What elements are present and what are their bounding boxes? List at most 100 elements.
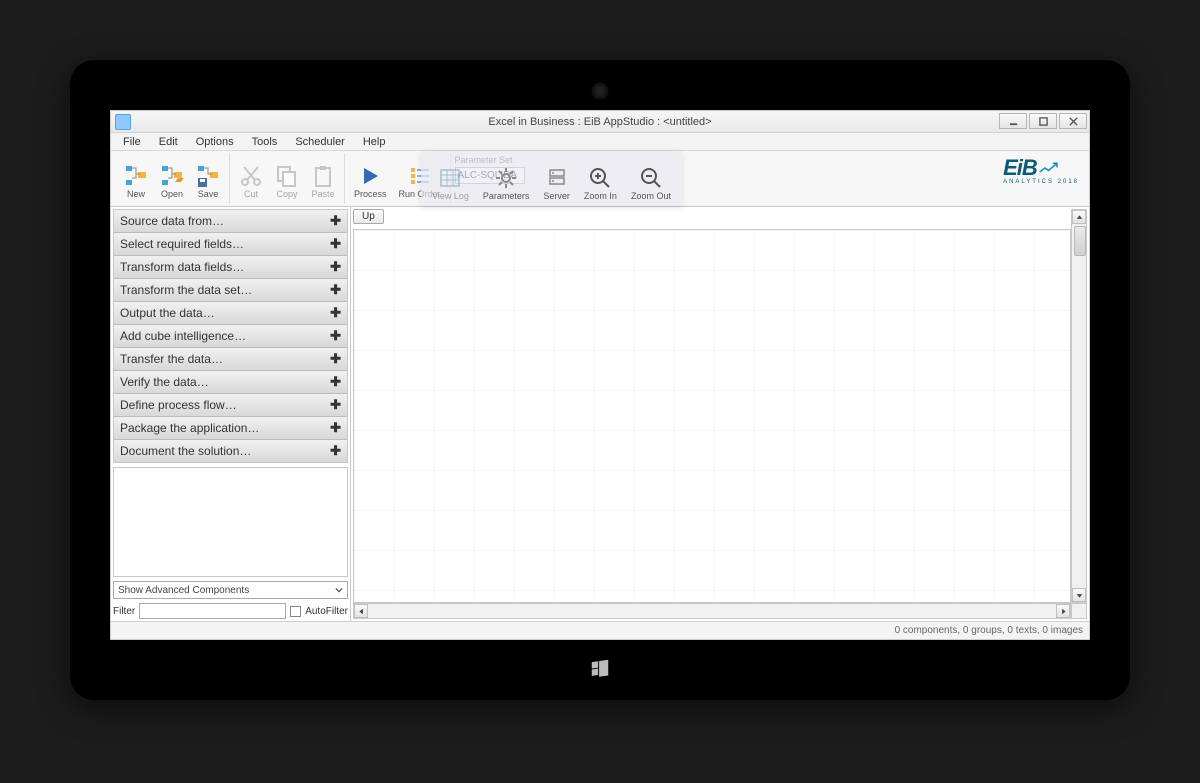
sidebar: Source data from…✚Select required fields… xyxy=(111,207,351,621)
category-list: Source data from…✚Select required fields… xyxy=(113,209,348,463)
category-item[interactable]: Output the data…✚ xyxy=(114,302,347,325)
category-label: Document the solution… xyxy=(120,444,251,458)
category-label: Transfer the data… xyxy=(120,352,223,366)
expand-icon: ✚ xyxy=(330,259,341,275)
menu-help[interactable]: Help xyxy=(355,135,394,149)
windows-home-button[interactable] xyxy=(585,654,615,684)
scroll-thumb[interactable] xyxy=(1074,226,1086,256)
maximize-button[interactable] xyxy=(1029,113,1057,129)
menu-scheduler[interactable]: Scheduler xyxy=(287,135,353,149)
brand-name: EiB xyxy=(1003,155,1037,181)
menu-tools[interactable]: Tools xyxy=(244,135,286,149)
status-text: 0 components, 0 groups, 0 texts, 0 image… xyxy=(895,625,1083,636)
expand-icon: ✚ xyxy=(330,351,341,367)
category-item[interactable]: Package the application… ✚ xyxy=(114,417,347,440)
flowchart-save-icon xyxy=(196,164,220,188)
zoom-out-icon xyxy=(639,166,663,190)
zoom-in-label: Zoom In xyxy=(584,191,617,201)
close-button[interactable] xyxy=(1059,113,1087,129)
category-item[interactable]: Transform data fields… ✚ xyxy=(114,256,347,279)
category-label: Define process flow… xyxy=(120,398,237,412)
process-button[interactable]: Process xyxy=(349,161,392,202)
expand-icon: ✚ xyxy=(330,397,341,413)
category-item[interactable]: Source data from…✚ xyxy=(114,210,347,233)
category-label: Package the application… xyxy=(120,421,259,435)
scroll-down-arrow[interactable] xyxy=(1072,588,1086,602)
brand-year: 2018 xyxy=(1058,179,1079,185)
category-label: Verify the data… xyxy=(120,375,209,389)
category-item[interactable]: Document the solution… ✚ xyxy=(114,440,347,462)
paste-label: Paste xyxy=(311,189,334,199)
grid-icon xyxy=(438,166,462,190)
category-label: Transform the data set… xyxy=(120,283,252,297)
zoom-in-icon xyxy=(588,166,612,190)
minimize-button[interactable] xyxy=(999,113,1027,129)
category-label: Source data from… xyxy=(120,214,224,228)
floating-toolbar: View Log Parameters Server Zoom In Zoom … xyxy=(421,151,682,206)
zoom-out-button[interactable]: Zoom Out xyxy=(626,163,676,204)
cut-label: Cut xyxy=(244,189,258,199)
menu-file[interactable]: File xyxy=(115,135,149,149)
brand-sub: ANALYTICS xyxy=(1003,179,1054,185)
expand-icon: ✚ xyxy=(330,328,341,344)
expand-icon: ✚ xyxy=(330,420,341,436)
category-item[interactable]: Verify the data… ✚ xyxy=(114,371,347,394)
scroll-right-arrow[interactable] xyxy=(1056,604,1070,618)
category-item[interactable]: Transfer the data… ✚ xyxy=(114,348,347,371)
category-item[interactable]: Select required fields…✚ xyxy=(114,233,347,256)
zoom-in-button[interactable]: Zoom In xyxy=(579,163,622,204)
save-button[interactable]: Save xyxy=(191,161,225,202)
save-label: Save xyxy=(198,189,219,199)
cut-button[interactable]: Cut xyxy=(234,161,268,202)
advanced-label: Show Advanced Components xyxy=(118,585,249,596)
design-canvas[interactable] xyxy=(353,229,1071,603)
category-item[interactable]: Transform the data set… ✚ xyxy=(114,279,347,302)
filter-label: Filter xyxy=(113,606,135,617)
trend-icon xyxy=(1039,161,1063,175)
process-label: Process xyxy=(354,189,387,199)
titlebar: Excel in Business : EiB AppStudio : <unt… xyxy=(111,111,1089,133)
chevron-down-icon xyxy=(335,586,343,594)
menu-options[interactable]: Options xyxy=(188,135,242,149)
expand-icon: ✚ xyxy=(330,443,341,459)
window-title: Excel in Business : EiB AppStudio : <unt… xyxy=(488,116,711,128)
app-icon xyxy=(115,114,131,130)
parameters-label: Parameters xyxy=(483,191,530,201)
play-icon xyxy=(358,164,382,188)
category-item[interactable]: Define process flow… ✚ xyxy=(114,394,347,417)
auto-filter-checkbox[interactable] xyxy=(290,606,301,617)
show-advanced-combo[interactable]: Show Advanced Components xyxy=(113,581,348,599)
up-button[interactable]: Up xyxy=(353,209,384,224)
expand-icon: ✚ xyxy=(330,236,341,252)
category-label: Transform data fields… xyxy=(120,260,244,274)
gear-icon xyxy=(494,166,518,190)
menu-edit[interactable]: Edit xyxy=(151,135,186,149)
flowchart-open-icon xyxy=(160,164,184,188)
vertical-scrollbar[interactable] xyxy=(1071,209,1087,603)
scroll-left-arrow[interactable] xyxy=(354,604,368,618)
paste-icon xyxy=(311,164,335,188)
server-button[interactable]: Server xyxy=(538,163,575,204)
expand-icon: ✚ xyxy=(330,374,341,390)
paste-button[interactable]: Paste xyxy=(306,161,340,202)
expand-icon: ✚ xyxy=(330,282,341,298)
flowchart-new-icon xyxy=(124,164,148,188)
horizontal-scrollbar[interactable] xyxy=(353,603,1071,619)
category-label: Add cube intelligence… xyxy=(120,329,246,343)
auto-filter-label: AutoFilter xyxy=(305,606,348,617)
new-button[interactable]: New xyxy=(119,161,153,202)
parameters-button[interactable]: Parameters xyxy=(478,163,535,204)
menubar: File Edit Options Tools Scheduler Help xyxy=(111,133,1089,151)
filter-row: Filter AutoFilter xyxy=(113,603,348,619)
open-button[interactable]: Open xyxy=(155,161,189,202)
toolbar: New Open Save Cut Copy xyxy=(111,151,1089,207)
copy-label: Copy xyxy=(276,189,297,199)
filter-input[interactable] xyxy=(139,603,286,619)
expand-icon: ✚ xyxy=(330,305,341,321)
scroll-up-arrow[interactable] xyxy=(1072,210,1086,224)
zoom-out-label: Zoom Out xyxy=(631,191,671,201)
tablet-frame: Excel in Business : EiB AppStudio : <unt… xyxy=(70,60,1130,700)
copy-button[interactable]: Copy xyxy=(270,161,304,202)
category-item[interactable]: Add cube intelligence… ✚ xyxy=(114,325,347,348)
view-log-button[interactable]: View Log xyxy=(427,163,474,204)
